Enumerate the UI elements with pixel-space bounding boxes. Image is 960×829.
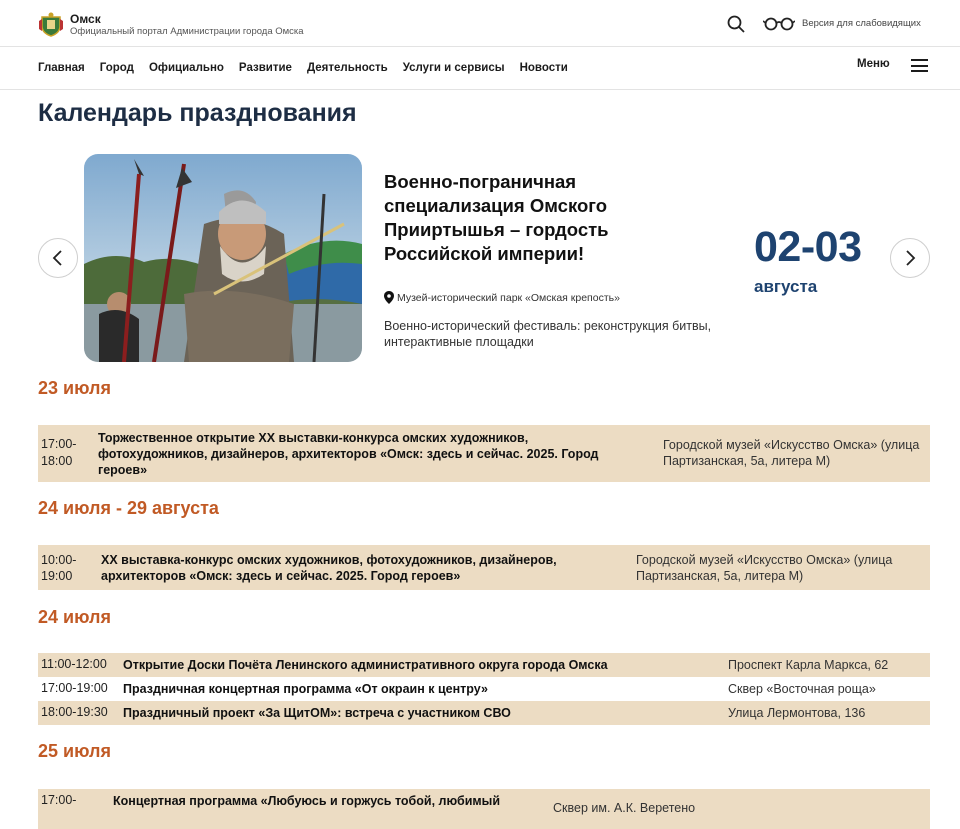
glasses-icon[interactable] <box>763 15 795 31</box>
event-row[interactable]: 11:00-12:00 Открытие Доски Почёта Ленинс… <box>38 653 930 677</box>
day-heading: 24 июля <box>38 607 111 627</box>
location-pin-icon <box>384 291 394 304</box>
event-time-end: 18:00 <box>41 454 73 468</box>
menu-button-label[interactable]: Меню <box>857 58 890 70</box>
featured-event-date: 02-03 <box>754 223 862 271</box>
site-name[interactable]: Омск <box>70 12 101 26</box>
site-subtitle: Официальный портал Администрации города … <box>70 26 304 37</box>
slider-next-button[interactable] <box>890 238 930 278</box>
featured-event-location: Музей-исторический парк «Омская крепость… <box>384 291 620 304</box>
coat-of-arms-icon[interactable] <box>38 11 64 37</box>
main-nav: Главная Город Официально Развитие Деятел… <box>0 47 960 90</box>
nav-item-news[interactable]: Новости <box>520 62 568 74</box>
nav-item-services[interactable]: Услуги и сервисы <box>403 62 505 74</box>
nav-item-development[interactable]: Развитие <box>239 62 292 74</box>
event-row[interactable]: 17:00- Концертная программа «Любуюсь и г… <box>38 789 930 829</box>
featured-event-description: Военно-исторический фестиваль: реконстру… <box>384 319 712 349</box>
hamburger-icon[interactable] <box>911 59 928 72</box>
featured-event-location-text: Музей-исторический парк «Омская крепость… <box>397 291 620 304</box>
event-time-start: 17:00- <box>41 793 77 807</box>
top-bar: Омск Официальный портал Администрации го… <box>0 0 960 47</box>
featured-event-month: августа <box>754 277 818 296</box>
event-name: Открытие Доски Почёта Ленинского админис… <box>123 658 608 672</box>
event-row[interactable]: 17:00-19:00 Праздничная концертная прогр… <box>38 677 930 701</box>
search-icon[interactable] <box>727 15 745 33</box>
featured-event-image[interactable] <box>84 154 362 362</box>
day-heading: 24 июля - 29 августа <box>38 498 219 518</box>
event-name: Праздничная концертная программа «От окр… <box>123 682 488 696</box>
day-heading: 25 июля <box>38 741 111 761</box>
event-name: XX выставка-конкурс омских художников, ф… <box>101 553 557 583</box>
event-place: Сквер «Восточная роща» <box>728 682 876 696</box>
chevron-right-icon <box>906 250 916 266</box>
nav-item-activity[interactable]: Деятельность <box>307 62 388 74</box>
page-title: Календарь празднования <box>38 99 357 127</box>
chevron-left-icon <box>52 250 62 266</box>
slider-prev-button[interactable] <box>38 238 78 278</box>
event-time: 11:00-12:00 <box>41 657 107 671</box>
event-time-start: 17:00- <box>41 437 77 451</box>
event-name: Концертная программа «Любуюсь и горжусь … <box>113 794 500 808</box>
event-name: Праздничный проект «За ЩитОМ»: встреча с… <box>123 706 511 720</box>
low-vision-link[interactable]: Версия для слабовидящих <box>802 18 921 29</box>
event-place: Сквер им. А.К. Веретено <box>553 801 696 815</box>
event-place: Городской музей «Искусство Омска» (улица… <box>663 438 920 468</box>
event-time: 17:00-19:00 <box>41 681 108 695</box>
event-name: Торжественное открытие XX выставки-конку… <box>98 431 599 477</box>
event-row[interactable]: 18:00-19:30 Праздничный проект «За ЩитОМ… <box>38 701 930 725</box>
event-place: Улица Лермонтова, 136 <box>728 706 866 720</box>
nav-item-official[interactable]: Официально <box>149 62 224 74</box>
event-place: Городской музей «Искусство Омска» (улица… <box>636 553 893 583</box>
nav-item-city[interactable]: Город <box>100 62 134 74</box>
event-time: 18:00-19:30 <box>41 705 108 719</box>
event-time-start: 10:00- <box>41 553 77 567</box>
featured-event-title[interactable]: Военно-пограничная специализация Омского… <box>384 170 684 266</box>
event-row[interactable]: 17:00- 18:00 Торжественное открытие XX в… <box>38 425 930 482</box>
event-row[interactable]: 10:00- 19:00 XX выставка-конкурс омских … <box>38 545 930 590</box>
nav-item-home[interactable]: Главная <box>38 62 85 74</box>
event-place: Проспект Карла Маркса, 62 <box>728 658 889 672</box>
day-heading: 23 июля <box>38 378 111 398</box>
event-time-end: 19:00 <box>41 569 73 583</box>
